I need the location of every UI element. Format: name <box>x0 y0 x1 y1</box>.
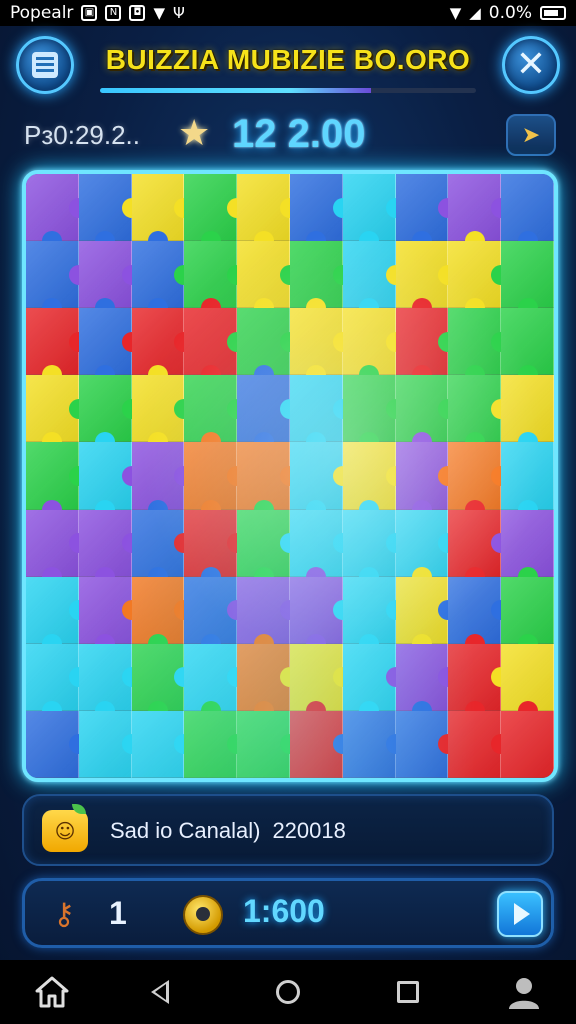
score-value: 12 2.00 <box>232 112 366 156</box>
puzzle-piece[interactable] <box>501 710 554 778</box>
puzzle-board[interactable] <box>22 170 558 782</box>
home-circle-icon[interactable] <box>268 974 308 1010</box>
carrier-label: Popealr <box>10 3 74 23</box>
menu-icon <box>32 52 58 78</box>
play-icon <box>514 903 530 925</box>
message-bar: ☺ Sad io Canalal) 220018 <box>22 794 554 866</box>
n-icon: N <box>105 5 122 21</box>
battery-icon <box>540 6 566 20</box>
wifi-icon: ▼ <box>449 4 462 22</box>
close-icon: ✕ <box>515 44 547 85</box>
puzzle-grid <box>26 174 554 778</box>
timer-icon[interactable] <box>183 895 223 935</box>
key-count: 1 <box>109 895 127 931</box>
hint-button[interactable]: ➤ <box>506 114 556 156</box>
hint-icon: ➤ <box>521 122 541 148</box>
score-label: Pз0:29.2.. <box>24 120 140 150</box>
message-code: 220018 <box>272 818 346 843</box>
home-icon[interactable] <box>32 974 72 1010</box>
key-icon[interactable]: ⚷ <box>39 891 89 939</box>
status-bar: Popealr ▣ N ◘ ▼ Ψ ▼ ◢ 0.0% <box>0 0 576 26</box>
profile-icon[interactable] <box>504 974 544 1010</box>
close-button[interactable]: ✕ <box>502 36 560 94</box>
game-title: BUIZZIA MUBIZIE BO.ORO <box>105 44 471 75</box>
menu-button[interactable] <box>16 36 74 94</box>
timer-value: 1:600 <box>243 893 325 929</box>
play-button[interactable] <box>497 891 543 937</box>
nav-bar <box>0 960 576 1024</box>
title-progress-fill <box>100 88 371 93</box>
signal-icon: ▼ <box>153 4 165 22</box>
cell-signal-icon: ◢ <box>469 4 481 22</box>
control-bar: ⚷ 1 1:600 <box>22 878 554 948</box>
recents-icon[interactable] <box>388 974 428 1010</box>
back-icon[interactable] <box>140 974 180 1010</box>
usb-icon: Ψ <box>172 4 185 22</box>
title-progress-bar <box>100 88 476 93</box>
star-icon: ★ <box>178 113 211 154</box>
message-text-row: Sad io Canalal) 220018 <box>110 818 346 844</box>
battery-text: 0.0% <box>488 3 532 23</box>
message-text: Sad io Canalal) <box>110 818 261 843</box>
mascot-icon: ☺ <box>42 810 88 852</box>
bag-icon: ◘ <box>129 5 146 21</box>
image-icon: ▣ <box>81 5 98 21</box>
